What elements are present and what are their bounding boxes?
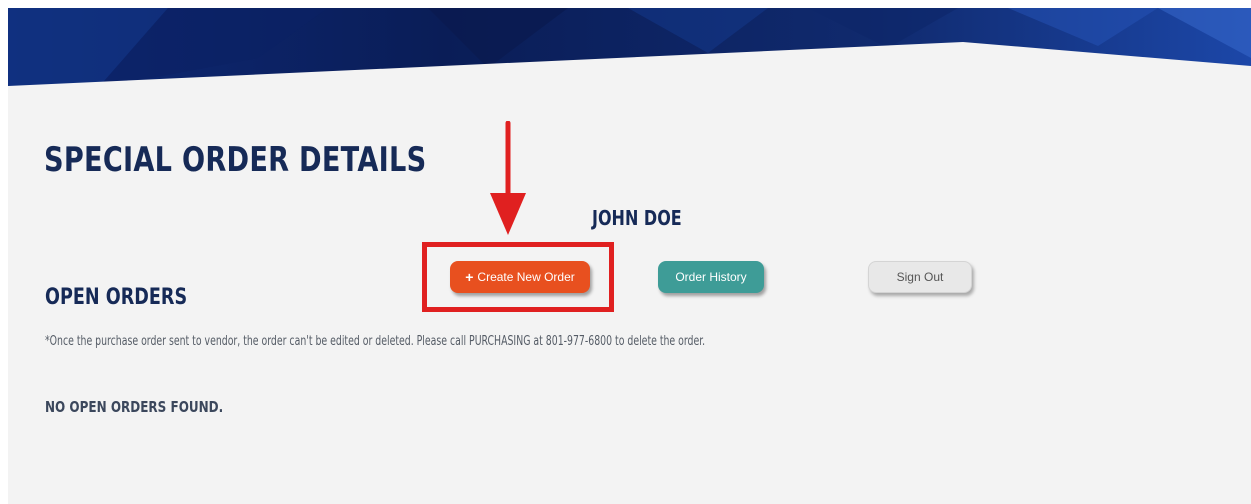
order-history-button[interactable]: Order History xyxy=(658,261,764,293)
sign-out-button[interactable]: Sign Out xyxy=(868,261,972,293)
order-history-label: Order History xyxy=(675,270,747,284)
down-arrow-icon xyxy=(490,121,526,235)
banner-graphic xyxy=(8,8,1251,88)
sign-out-label: Sign Out xyxy=(896,270,944,284)
no-open-orders-message: NO OPEN ORDERS FOUND. xyxy=(45,398,224,416)
header-banner xyxy=(8,8,1251,88)
user-name: JOHN DOE xyxy=(592,206,682,230)
highlight-box xyxy=(422,242,614,312)
purchase-order-note: *Once the purchase order sent to vendor,… xyxy=(45,334,706,349)
open-orders-heading: OPEN ORDERS xyxy=(45,285,188,310)
page-container: SPECIAL ORDER DETAILS JOHN DOE OPEN ORDE… xyxy=(8,8,1251,504)
page-title: SPECIAL ORDER DETAILS xyxy=(44,140,427,180)
